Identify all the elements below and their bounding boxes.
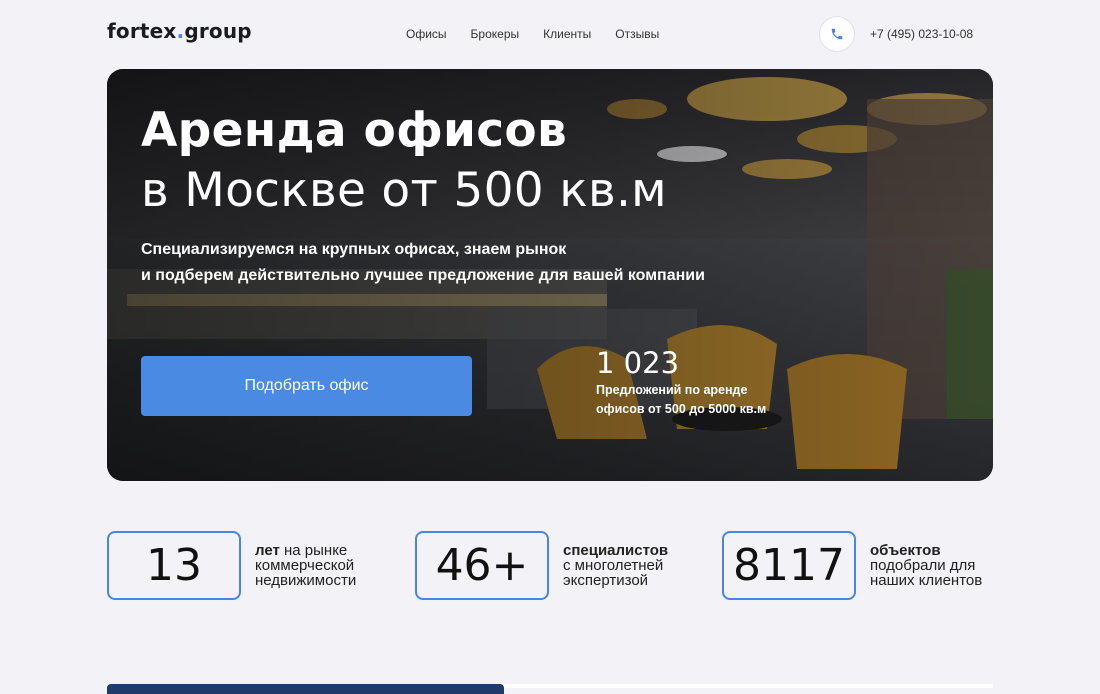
hero-banner: Аренда офисов в Москве от 500 кв.м Специ… bbox=[107, 69, 993, 481]
stat-label-line2: коммерческой bbox=[255, 557, 355, 574]
offers-count: 1 023 bbox=[596, 346, 680, 380]
offers-description: Предложений по аренде офисов от 500 до 5… bbox=[596, 381, 796, 419]
stats-section: 13 лет на рынке коммерческой недвижимост… bbox=[0, 531, 1100, 601]
nav-item-offices[interactable]: Офисы bbox=[406, 27, 447, 41]
stat-label-line3: наших клиентов bbox=[870, 572, 983, 589]
hero-title: Аренда офисов в Москве от 500 кв.м bbox=[141, 101, 667, 221]
stat-value-objects: 8117 bbox=[722, 531, 856, 600]
phone-button[interactable] bbox=[819, 16, 855, 52]
hero-title-line1: Аренда офисов bbox=[141, 103, 568, 158]
stat-label-objects: объектов подобрали для наших клиентов bbox=[870, 543, 1010, 588]
next-section-line bbox=[504, 684, 993, 688]
stat-label-line2: с многолетней bbox=[563, 557, 664, 574]
offers-desc-line2: офисов от 500 до 5000 кв.м bbox=[596, 402, 767, 416]
stat-label-specialists: специалистов с многолетней экспертизой bbox=[563, 543, 703, 588]
find-office-button[interactable]: Подобрать офис bbox=[141, 356, 472, 416]
phone-number[interactable]: +7 (495) 023-10-08 bbox=[870, 27, 973, 41]
hero-subtitle-line1: Специализируемся на крупных офисах, знае… bbox=[141, 241, 567, 258]
offers-desc-line1: Предложений по аренде bbox=[596, 383, 748, 397]
hero-subtitle-line2: и подберем действительно лучшее предложе… bbox=[141, 267, 705, 284]
stat-label-line3: недвижимости bbox=[255, 572, 357, 589]
main-nav: Офисы Брокеры Клиенты Отзывы bbox=[406, 27, 659, 41]
logo-part1: fortex bbox=[107, 19, 177, 43]
hero-subtitle: Специализируемся на крупных офисах, знае… bbox=[141, 237, 705, 289]
stat-label-line2: подобрали для bbox=[870, 557, 976, 574]
logo-part2: group bbox=[184, 19, 252, 43]
nav-item-clients[interactable]: Клиенты bbox=[543, 27, 591, 41]
site-header: fortex.group Офисы Брокеры Клиенты Отзыв… bbox=[0, 0, 1100, 68]
phone-icon bbox=[831, 28, 843, 40]
hero-title-line2: в Москве от 500 кв.м bbox=[141, 163, 667, 218]
stat-label-line3: экспертизой bbox=[563, 572, 649, 589]
logo[interactable]: fortex.group bbox=[107, 19, 252, 43]
nav-item-reviews[interactable]: Отзывы bbox=[615, 27, 659, 41]
stat-label-years: лет на рынке коммерческой недвижимости bbox=[255, 543, 395, 588]
stat-value-years: 13 bbox=[107, 531, 241, 600]
stat-value-specialists: 46+ bbox=[415, 531, 549, 600]
nav-item-brokers[interactable]: Брокеры bbox=[471, 27, 520, 41]
next-section-tab bbox=[107, 684, 504, 694]
